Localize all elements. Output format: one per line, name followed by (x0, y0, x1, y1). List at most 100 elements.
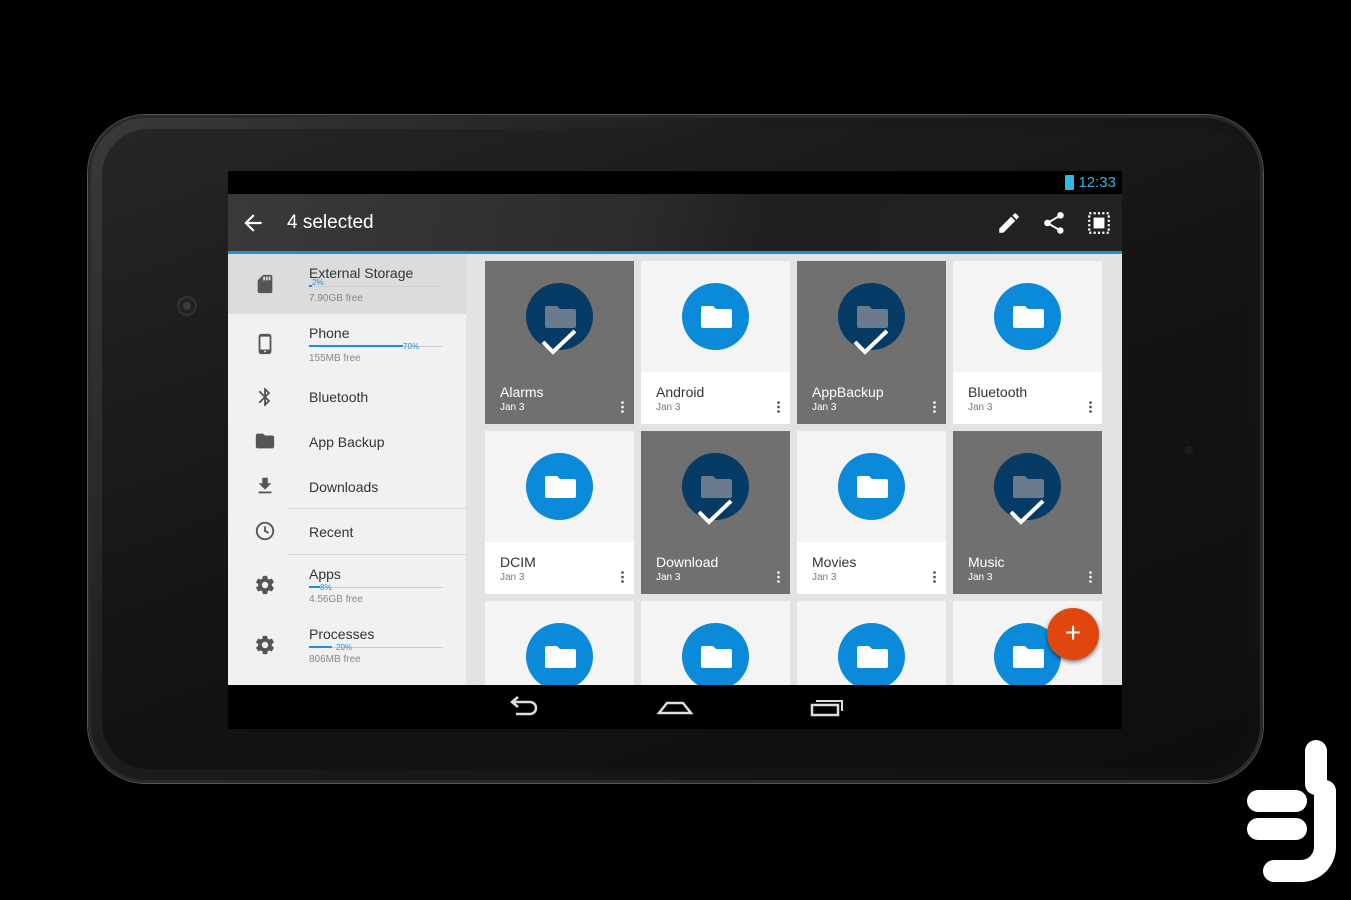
folder-grid: Alarms Jan 3 Android Jan 3 AppBackup Jan 3 Blu… (466, 254, 1122, 729)
drawer-item-bluetooth[interactable]: Bluetooth (228, 374, 466, 419)
more-vert-icon[interactable] (933, 401, 936, 413)
more-vert-icon[interactable] (1089, 401, 1092, 413)
page-title: 4 selected (287, 212, 374, 233)
more-vert-icon[interactable] (777, 401, 780, 413)
folder-thumbnail (953, 431, 1102, 542)
check-icon (541, 329, 577, 355)
drawer-item-label: Downloads (309, 479, 379, 495)
more-vert-icon[interactable] (1089, 571, 1092, 583)
folder-badge (682, 283, 749, 350)
storage-usage-bar: 70% (309, 342, 443, 351)
status-bar: 12:33 (228, 171, 1122, 194)
folder-tile[interactable]: Movies Jan 3 (797, 431, 946, 594)
edit-icon[interactable] (996, 210, 1022, 236)
folder-date: Jan 3 (500, 402, 525, 413)
folder-info: Movies Jan 3 (797, 542, 946, 594)
folder-tile[interactable]: Bluetooth Jan 3 (953, 261, 1102, 424)
folder-date: Jan 3 (656, 572, 681, 583)
folder-badge (682, 623, 749, 690)
folder-thumbnail (641, 431, 790, 542)
clock-icon (255, 521, 275, 541)
drawer-item-label: Phone (309, 325, 350, 341)
folder-name: DCIM (500, 554, 536, 570)
folder-name: Android (656, 384, 705, 400)
folder-date: Jan 3 (812, 572, 837, 583)
drawer-item-downloads[interactable]: Downloads (228, 464, 466, 508)
folder-info: Music Jan 3 (953, 542, 1102, 594)
drawer-item-label: Processes (309, 626, 375, 642)
folder-badge (838, 453, 905, 520)
phone-icon (258, 333, 272, 355)
folder-tile[interactable]: Download Jan 3 (641, 431, 790, 594)
storage-free-text: 4.56GB free (309, 594, 363, 605)
more-vert-icon[interactable] (777, 571, 780, 583)
folder-tile[interactable]: AppBackup Jan 3 (797, 261, 946, 424)
select-all-icon[interactable] (1086, 210, 1112, 236)
arrow-left-icon[interactable] (240, 210, 266, 236)
more-vert-icon[interactable] (621, 571, 624, 583)
folder-icon (545, 646, 576, 668)
storage-free-text: 155MB free (309, 353, 361, 364)
more-vert-icon[interactable] (933, 571, 936, 583)
storage-free-text: 7.90GB free (309, 293, 363, 304)
folder-tile[interactable]: Music Jan 3 (953, 431, 1102, 594)
check-icon (1009, 499, 1045, 525)
folder-name: Movies (812, 554, 857, 570)
more-vert-icon[interactable] (621, 401, 624, 413)
storage-usage-bar: 20% (309, 643, 443, 652)
folder-tile[interactable]: DCIM Jan 3 (485, 431, 634, 594)
folder-icon (1013, 306, 1044, 328)
watermark-logo (1247, 740, 1336, 882)
back-nav-icon[interactable] (504, 693, 544, 721)
folder-tile[interactable]: Android Jan 3 (641, 261, 790, 424)
drawer-item-apps[interactable]: Apps 8% 4.56GB free (228, 555, 466, 615)
folder-name: AppBackup (812, 384, 884, 400)
storage-usage-fill (309, 586, 320, 588)
drawer-item-label: App Backup (309, 434, 385, 450)
front-camera (179, 298, 195, 314)
folder-icon (545, 306, 576, 328)
folder-info: Bluetooth Jan 3 (953, 372, 1102, 424)
drawer-item-label: Bluetooth (309, 389, 369, 405)
drawer-item-phone[interactable]: Phone 70% 155MB free (228, 314, 466, 374)
folder-badge (526, 453, 593, 520)
folder-icon (255, 433, 275, 449)
folder-icon (1013, 476, 1044, 498)
action-bar: 4 selected (228, 194, 1122, 254)
folder-thumbnail (797, 261, 946, 372)
gear-icon (256, 635, 274, 655)
home-nav-icon[interactable] (655, 693, 695, 721)
folder-icon (701, 306, 732, 328)
folder-thumbnail (953, 261, 1102, 372)
folder-info: AppBackup Jan 3 (797, 372, 946, 424)
folder-tile[interactable]: Alarms Jan 3 (485, 261, 634, 424)
storage-usage-bar: 8% (309, 583, 443, 592)
check-icon (853, 329, 889, 355)
drawer-item-app-backup[interactable]: App Backup (228, 419, 466, 464)
share-icon[interactable] (1041, 210, 1067, 236)
drawer-item-label: Recent (309, 524, 354, 540)
screen: 12:33 4 selected External Storage 2% 7.9… (228, 171, 1122, 729)
recents-nav-icon[interactable] (806, 693, 846, 721)
storage-usage-bar: 2% (309, 278, 443, 287)
storage-usage-fill (309, 646, 332, 648)
folder-thumbnail (485, 261, 634, 372)
folder-icon (857, 646, 888, 668)
navigation-drawer: External Storage 2% 7.90GB free Phone 70… (228, 254, 466, 685)
folder-name: Download (656, 554, 719, 570)
drawer-item-label: Apps (309, 566, 341, 582)
drawer-item-external-storage[interactable]: External Storage 2% 7.90GB free (228, 254, 466, 314)
light-sensor (1185, 446, 1193, 454)
drawer-item-processes[interactable]: Processes 20% 806MB free (228, 615, 466, 675)
folder-icon (545, 476, 576, 498)
folder-date: Jan 3 (656, 402, 681, 413)
status-clock: 12:33 (1078, 174, 1116, 191)
drawer-item-recent[interactable]: Recent (228, 509, 466, 554)
add-fab-button[interactable]: + (1047, 608, 1099, 660)
folder-thumbnail (641, 261, 790, 372)
storage-usage-percent: 8% (320, 583, 332, 592)
folder-badge (994, 283, 1061, 350)
folder-date: Jan 3 (968, 402, 993, 413)
folder-info: DCIM Jan 3 (485, 542, 634, 594)
sd-card-icon (257, 274, 273, 294)
